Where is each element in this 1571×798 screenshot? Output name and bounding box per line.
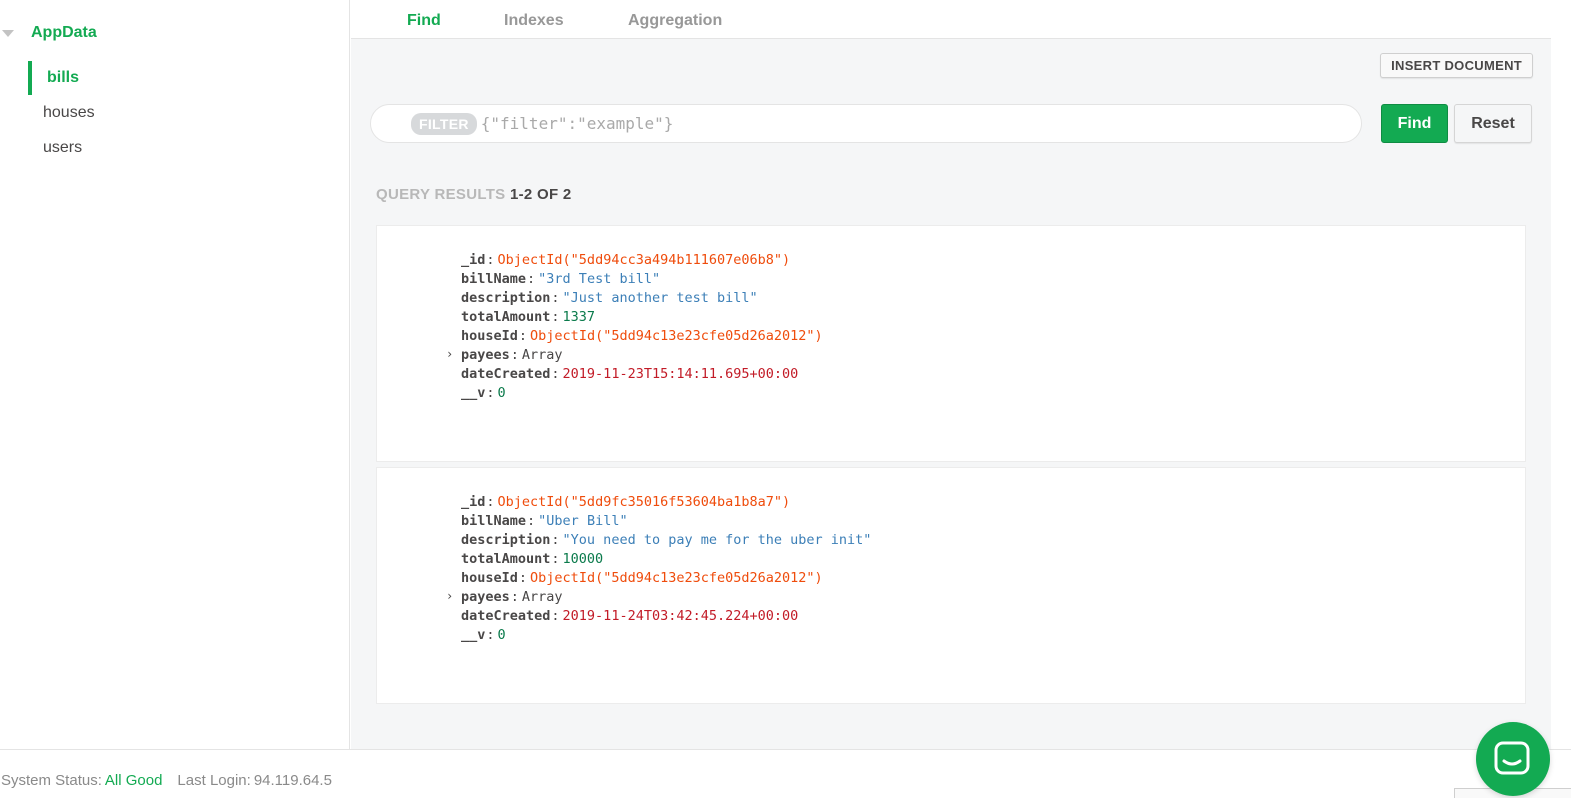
field-billname: billName: "Uber Bill" [461, 512, 628, 529]
field-datecreated: dateCreated:2019-11-24T03:42:45.224+00:0… [461, 607, 799, 624]
field-value: 2019-11-24T03:42:45.224+00:00 [562, 607, 799, 624]
reset-button[interactable]: Reset [1454, 104, 1532, 143]
sidebar: AppData bills houses users [0, 0, 350, 749]
field-key: payees [461, 346, 510, 363]
main-panel: Find Indexes Aggregation INSERT DOCUMENT… [351, 0, 1551, 749]
last-login-label: Last Login: [177, 772, 251, 789]
sidebar-item-users[interactable]: users [28, 131, 328, 165]
field-billname: billName: "3rd Test bill" [461, 270, 661, 287]
field-key: dateCreated [461, 365, 551, 382]
field-key: _id [461, 493, 486, 510]
chevron-right-icon[interactable]: › [446, 347, 453, 361]
field-value: "3rd Test bill" [538, 270, 661, 287]
last-login-value: 94.119.64.5 [253, 772, 332, 789]
status-label: System Status: [1, 772, 102, 789]
field-value: Array [521, 588, 563, 605]
caret-down-icon[interactable] [2, 29, 14, 37]
field-value: 1337 [562, 308, 596, 325]
query-results-header: QUERY RESULTS 1-2 OF 2 [376, 186, 572, 203]
field-key: description [461, 289, 551, 306]
field-key: payees [461, 588, 510, 605]
filter-bar: FILTER [370, 104, 1362, 143]
document-card[interactable]: _id: ObjectId("5dd94cc3a494b111607e06b8")… [376, 225, 1526, 462]
field-description: description: "Just another test bill" [461, 289, 758, 306]
chat-button[interactable] [1476, 722, 1550, 796]
find-button[interactable]: Find [1381, 104, 1448, 143]
field-key: houseId [461, 569, 518, 586]
field-value: "Uber Bill" [538, 512, 628, 529]
field-key: houseId [461, 327, 518, 344]
field-value: 0 [497, 384, 506, 401]
field-key: _id [461, 251, 486, 268]
status-line: System Status: All Good Last Login: 94.1… [1, 772, 332, 789]
tab-bar: Find Indexes Aggregation [351, 0, 1551, 39]
query-results-label: QUERY RESULTS [376, 186, 506, 203]
field-key: description [461, 531, 551, 548]
field-totalamount: totalAmount:1337 [461, 308, 596, 325]
field-payees[interactable]: › payees: Array [446, 345, 823, 364]
chat-icon [1494, 741, 1530, 775]
field-value: "You need to pay me for the uber init" [562, 531, 872, 548]
database-item[interactable]: AppData [0, 22, 97, 44]
status-value[interactable]: All Good [105, 772, 163, 789]
footer: System Status: All Good Last Login: 94.1… [0, 749, 1571, 798]
field-description: description: "You need to pay me for the … [461, 531, 872, 548]
field-houseid: houseId: ObjectId("5dd94c13e23cfe05d26a20… [461, 327, 823, 344]
collection-label: bills [47, 69, 80, 86]
sidebar-item-bills[interactable]: bills [28, 61, 328, 95]
document-fields: _id: ObjectId("5dd9fc35016f53604ba1b8a7")… [446, 492, 872, 644]
sidebar-item-houses[interactable]: houses [28, 96, 328, 130]
field-id: _id: ObjectId("5dd94cc3a494b111607e06b8") [461, 251, 791, 268]
field-value: 10000 [562, 550, 604, 567]
database-name: AppData [31, 24, 97, 41]
field-value: "Just another test bill" [562, 289, 758, 306]
filter-badge: FILTER [411, 112, 477, 135]
field-key: billName [461, 270, 527, 287]
field-key: billName [461, 512, 527, 529]
field-key: __v [461, 626, 486, 643]
chevron-right-icon[interactable]: › [446, 589, 453, 603]
field-key: totalAmount [461, 308, 551, 325]
field-value: ObjectId("5dd94cc3a494b111607e06b8") [497, 251, 791, 268]
field-value: ObjectId("5dd94c13e23cfe05d26a2012") [530, 327, 823, 344]
tab-find[interactable]: Find [407, 12, 441, 30]
collection-label: houses [43, 104, 95, 121]
field-value: ObjectId("5dd9fc35016f53604ba1b8a7") [497, 493, 791, 510]
collection-label: users [43, 139, 83, 156]
field-id: _id: ObjectId("5dd9fc35016f53604ba1b8a7") [461, 493, 791, 510]
document-card[interactable]: _id: ObjectId("5dd9fc35016f53604ba1b8a7")… [376, 467, 1526, 704]
field-houseid: houseId: ObjectId("5dd94c13e23cfe05d26a20… [461, 569, 823, 586]
field-value: 2019-11-23T15:14:11.695+00:00 [562, 365, 799, 382]
document-fields: _id: ObjectId("5dd94cc3a494b111607e06b8")… [446, 250, 823, 402]
field-v: __v:0 [461, 384, 506, 401]
field-value: ObjectId("5dd94c13e23cfe05d26a2012") [530, 569, 823, 586]
field-datecreated: dateCreated:2019-11-23T15:14:11.695+00:0… [461, 365, 799, 382]
field-key: __v [461, 384, 486, 401]
tab-indexes[interactable]: Indexes [504, 12, 564, 30]
field-key: totalAmount [461, 550, 551, 567]
field-totalamount: totalAmount:10000 [461, 550, 604, 567]
field-value: 0 [497, 626, 506, 643]
insert-document-button[interactable]: INSERT DOCUMENT [1380, 53, 1533, 78]
field-key: dateCreated [461, 607, 551, 624]
field-v: __v:0 [461, 626, 506, 643]
field-payees[interactable]: › payees: Array [446, 587, 871, 606]
tab-aggregation[interactable]: Aggregation [628, 12, 722, 30]
query-results-count: 1-2 OF 2 [509, 186, 572, 203]
filter-input[interactable] [480, 114, 1341, 133]
field-value: Array [521, 346, 563, 363]
